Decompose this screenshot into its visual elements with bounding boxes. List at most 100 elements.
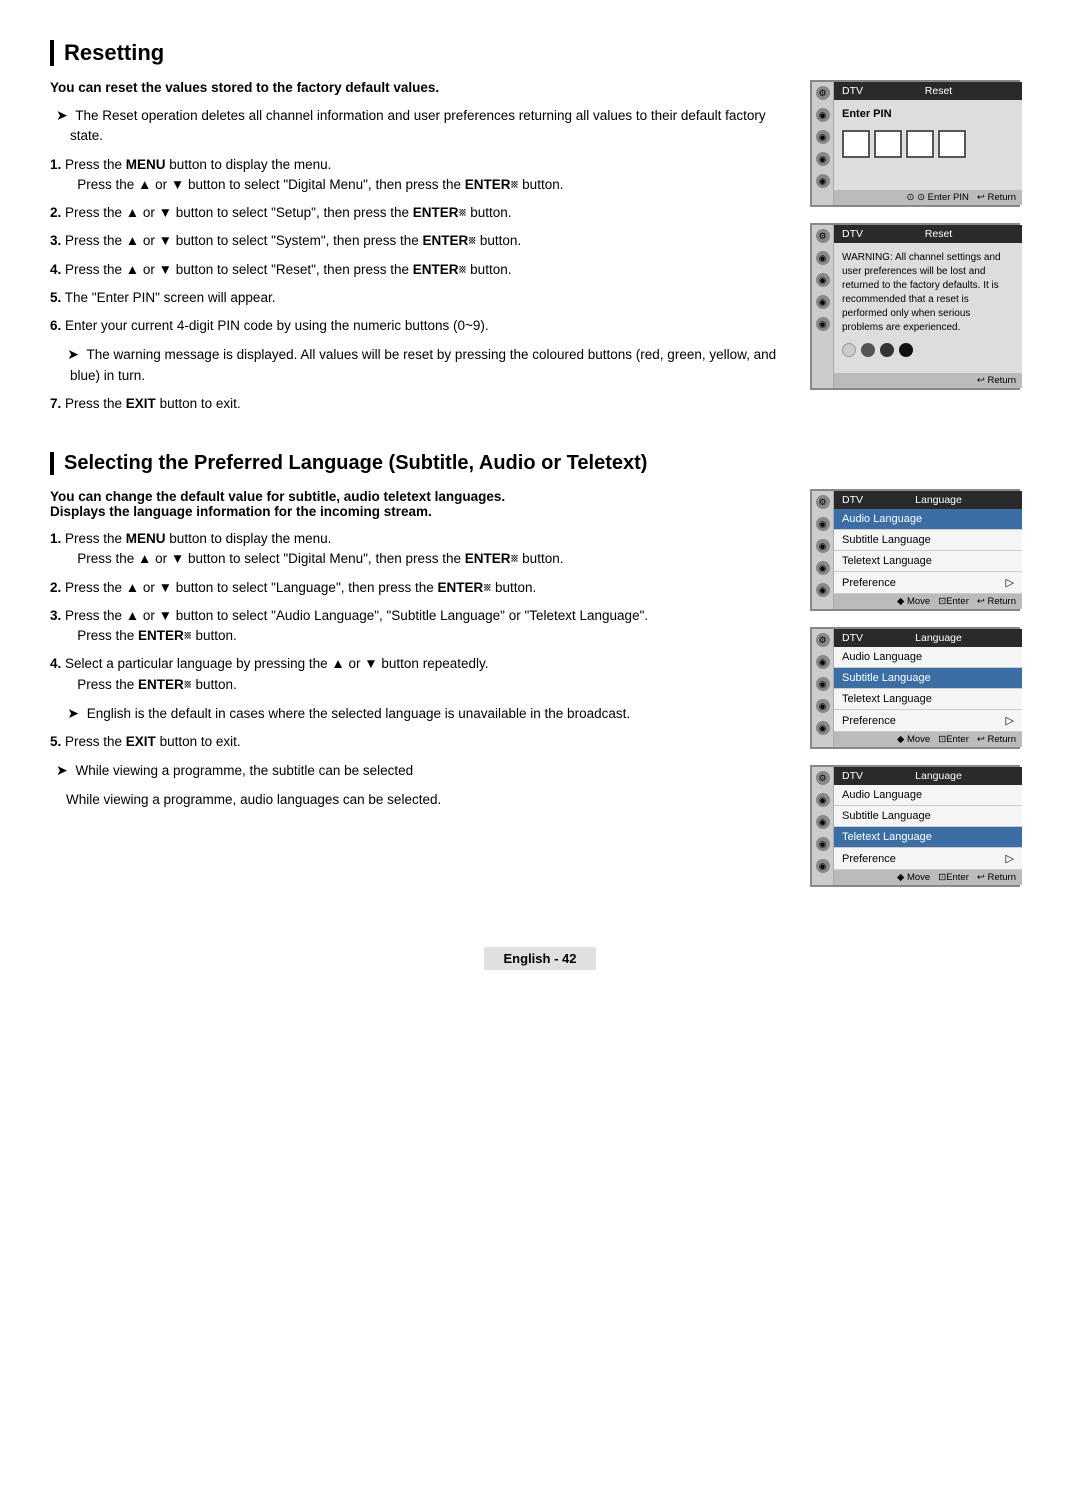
sidebar-icon-1: ⚙ [816, 86, 830, 100]
resetting-intro: You can reset the values stored to the f… [50, 80, 790, 95]
lang-step-5: 5. Press the EXIT button to exit. [50, 732, 790, 752]
page-number: English - 42 [484, 947, 597, 970]
sidebar-icon-8: ◉ [816, 273, 830, 287]
footer-return-1: ↩ Return [977, 192, 1016, 203]
resetting-step-6-sub: ➤ The warning message is displayed. All … [50, 344, 790, 386]
footer-move-1: ◆ Move [897, 596, 930, 607]
resetting-step-2: 2. Press the ▲ or ▼ button to select "Se… [50, 203, 790, 223]
lang-sidebar-icon-14: ◉ [816, 837, 830, 851]
pin-box-3 [906, 130, 934, 158]
lang-screen-1: ⚙ ◉ ◉ ◉ ◉ DTV Language [810, 489, 1020, 611]
resetting-step-3: 3. Press the ▲ or ▼ button to select "Sy… [50, 231, 790, 251]
footer-move-2: ◆ Move [897, 734, 930, 745]
lang-menu-1: Audio Language Subtitle Language Teletex… [834, 509, 1022, 594]
footer-enter-pin: ⊙ ⊙ Enter PIN [906, 192, 968, 203]
lang-sidebar-2: ⚙ ◉ ◉ ◉ ◉ [812, 629, 834, 747]
lang-sidebar-icon-6: ⚙ [816, 633, 830, 647]
lang-menu-audio-3: Audio Language [834, 785, 1022, 806]
lang-sidebar-icon-7: ◉ [816, 655, 830, 669]
lang-screen-main-2: DTV Language Audio Language Subtitle Lan… [834, 629, 1022, 747]
lang-step-4: 4. Select a particular language by press… [50, 654, 790, 695]
language-section: Selecting the Preferred Language (Subtit… [50, 452, 1030, 887]
reset-title-1: Reset [925, 85, 952, 97]
color-btn-dark2 [880, 343, 894, 357]
lang-sidebar-icon-13: ◉ [816, 815, 830, 829]
chevron-right-3: ▷ [1006, 852, 1014, 865]
resetting-section: Resetting You can reset the values store… [50, 40, 1030, 422]
language-title: Selecting the Preferred Language (Subtit… [50, 452, 1030, 475]
footer-enter-1: ⊡Enter [938, 596, 969, 607]
lang-sidebar-icon-4: ◉ [816, 561, 830, 575]
sidebar-icon-9: ◉ [816, 295, 830, 309]
lang-sidebar-3: ⚙ ◉ ◉ ◉ ◉ [812, 767, 834, 885]
reset-screen-header-2: DTV Reset [834, 225, 1022, 243]
lang-sidebar-icon-5: ◉ [816, 583, 830, 597]
lang-bullet-1: ➤ While viewing a programme, the subtitl… [50, 760, 790, 781]
resetting-step-6: 6. Enter your current 4-digit PIN code b… [50, 316, 790, 336]
lang-menu-teletext-2: Teletext Language [834, 689, 1022, 710]
lang-menu-preference-1: Preference ▷ [834, 572, 1022, 594]
lang-menu-subtitle-2: Subtitle Language [834, 668, 1022, 689]
lang-screen-3-inner: ⚙ ◉ ◉ ◉ ◉ DTV Language [812, 767, 1022, 885]
lang-menu-teletext-3: Teletext Language [834, 827, 1022, 848]
lang-step-2: 2. Press the ▲ or ▼ button to select "La… [50, 578, 790, 598]
chevron-right-1: ▷ [1006, 576, 1014, 589]
color-btn-white [842, 343, 856, 357]
language-screens: ⚙ ◉ ◉ ◉ ◉ DTV Language [810, 489, 1030, 887]
sidebar-icon-10: ◉ [816, 317, 830, 331]
lang-menu-preference-3: Preference ▷ [834, 848, 1022, 870]
lang-screen-footer-3: ◆ Move ⊡Enter ↩ Return [834, 870, 1022, 885]
resetting-step-7: 7. Press the EXIT button to exit. [50, 394, 790, 414]
lang-screen-1-inner: ⚙ ◉ ◉ ◉ ◉ DTV Language [812, 491, 1022, 609]
arrow-icon: ➤ [56, 107, 68, 123]
resetting-step-4: 4. Press the ▲ or ▼ button to select "Re… [50, 260, 790, 280]
enter-pin-label: Enter PIN [842, 108, 1014, 120]
resetting-bullet-0: ➤ The Reset operation deletes all channe… [50, 105, 790, 147]
dtv-label-1: DTV [842, 85, 863, 97]
color-btn-dark1 [861, 343, 875, 357]
lang-sidebar-icon-2: ◉ [816, 517, 830, 531]
lang-step-4-sub: ➤ English is the default in cases where … [50, 703, 790, 724]
footer-return-lang-3: ↩ Return [977, 872, 1016, 883]
reset-screen-footer-1: ⊙ ⊙ Enter PIN ↩ Return [834, 190, 1022, 205]
lang-sidebar-icon-12: ◉ [816, 793, 830, 807]
pin-box-4 [938, 130, 966, 158]
reset-screen-body-1: Enter PIN [834, 100, 1022, 190]
reset-screen-2-inner: ⚙ ◉ ◉ ◉ ◉ DTV Reset WARNING: All c [812, 225, 1022, 388]
lang-sidebar-icon-15: ◉ [816, 859, 830, 873]
resetting-step-5: 5. The "Enter PIN" screen will appear. [50, 288, 790, 308]
language-left-col: You can change the default value for sub… [50, 489, 790, 887]
pin-box-2 [874, 130, 902, 158]
sidebar-icon-6: ⚙ [816, 229, 830, 243]
lang-title-1: Language [915, 494, 962, 506]
lang-screen-3: ⚙ ◉ ◉ ◉ ◉ DTV Language [810, 765, 1020, 887]
reset-screen-1-inner: ⚙ ◉ ◉ ◉ ◉ DTV Reset Enter PIN [812, 82, 1022, 205]
sidebar-icon-4: ◉ [816, 152, 830, 166]
reset-sidebar-1: ⚙ ◉ ◉ ◉ ◉ [812, 82, 834, 205]
footer-enter-2: ⊡Enter [938, 734, 969, 745]
lang-screen-header-1: DTV Language [834, 491, 1022, 509]
dtv-label-2: DTV [842, 228, 863, 240]
lang-sidebar-icon-1: ⚙ [816, 495, 830, 509]
resetting-step-1: 1. Press the MENU button to display the … [50, 155, 790, 196]
lang-menu-teletext-1: Teletext Language [834, 551, 1022, 572]
arrow-icon-3: ➤ [67, 705, 79, 721]
arrow-icon-2: ➤ [67, 346, 79, 362]
pin-boxes [842, 130, 1014, 158]
lang-menu-2: Audio Language Subtitle Language Teletex… [834, 647, 1022, 732]
reset-screen-main-1: DTV Reset Enter PIN [834, 82, 1022, 205]
lang-dtv-1: DTV [842, 494, 863, 506]
lang-sidebar-icon-10: ◉ [816, 721, 830, 735]
reset-sidebar-2: ⚙ ◉ ◉ ◉ ◉ [812, 225, 834, 388]
resetting-title: Resetting [50, 40, 1030, 66]
sidebar-icon-2: ◉ [816, 108, 830, 122]
lang-bullet-2: While viewing a programme, audio languag… [50, 790, 790, 810]
resetting-list: ➤ The Reset operation deletes all channe… [50, 105, 790, 414]
lang-title-2: Language [915, 632, 962, 644]
lang-sidebar-icon-3: ◉ [816, 539, 830, 553]
lang-menu-audio-2: Audio Language [834, 647, 1022, 668]
lang-menu-preference-2: Preference ▷ [834, 710, 1022, 732]
sidebar-icon-7: ◉ [816, 251, 830, 265]
lang-menu-audio-1: Audio Language [834, 509, 1022, 530]
lang-screen-footer-2: ◆ Move ⊡Enter ↩ Return [834, 732, 1022, 747]
